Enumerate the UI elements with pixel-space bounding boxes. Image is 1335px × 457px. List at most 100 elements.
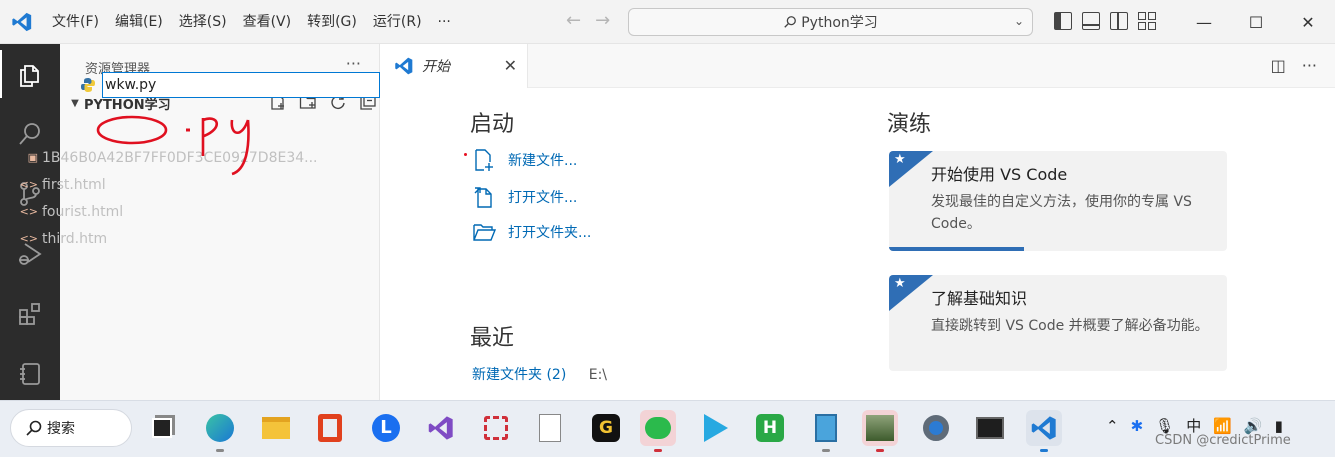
terminal-icon[interactable] [972, 410, 1008, 446]
list-item[interactable]: <> first.html [0, 171, 320, 198]
microphone-icon[interactable]: 🎙 [1155, 417, 1174, 435]
search-icon [784, 16, 797, 28]
taskbar-search[interactable]: 搜索 [10, 409, 132, 447]
extensions-icon[interactable] [0, 284, 60, 344]
close-icon[interactable]: ✕ [1282, 13, 1334, 32]
toggle-primary-sidebar-icon[interactable] [1054, 12, 1072, 30]
toggle-secondary-sidebar-icon[interactable] [1110, 12, 1128, 30]
notebook-icon[interactable] [0, 344, 60, 404]
sidebar-more-icon[interactable]: ··· [346, 54, 361, 73]
vscode-taskbar-icon[interactable] [1026, 410, 1062, 452]
wechat-icon[interactable] [640, 410, 676, 452]
vscode-tab-icon [395, 57, 413, 75]
back-arrow-icon[interactable]: ← [566, 10, 581, 31]
forward-arrow-icon[interactable]: → [595, 10, 610, 31]
tab-welcome[interactable]: 开始 ✕ [380, 44, 528, 88]
command-center-label: Python学习 [801, 15, 878, 31]
chevron-up-icon[interactable]: ⌃ [1106, 417, 1119, 435]
card-description: 发现最佳的自定义方法，使用你的专属 VS Code。 [931, 194, 1192, 232]
file-name: fourist.html [42, 203, 124, 220]
card-description: 直接跳转到 VS Code 并概要了解必备功能。 [931, 318, 1209, 334]
open-file-icon [474, 187, 492, 208]
menu-go[interactable]: 转到(G) [299, 8, 365, 36]
recent-link[interactable]: 新建文件夹 (2) [472, 367, 566, 383]
window-controls: — ☐ ✕ [1178, 0, 1334, 44]
maximize-icon[interactable]: ☐ [1230, 13, 1282, 32]
title-bar: 文件(F) 编辑(E) 选择(S) 查看(V) 转到(G) 运行(R) ··· … [0, 0, 1335, 44]
html-file-icon: <> [19, 178, 38, 191]
walkthrough-heading: 演练 [887, 112, 932, 137]
search-icon [26, 420, 42, 436]
tab-label: 开始 [422, 59, 450, 75]
command-center[interactable]: Python学习 ⌄ [628, 8, 1033, 36]
photo-app-icon[interactable] [862, 410, 898, 452]
star-icon: ★ [894, 276, 906, 291]
html-file-icon: <> [19, 205, 38, 218]
menu-bar: 文件(F) 编辑(E) 选择(S) 查看(V) 转到(G) 运行(R) ··· [44, 8, 459, 36]
menu-file[interactable]: 文件(F) [44, 8, 107, 36]
customize-layout-icon[interactable] [1138, 12, 1156, 30]
new-file-icon [475, 149, 493, 171]
task-view-icon[interactable] [144, 410, 180, 446]
recent-path: E:\ [588, 367, 608, 383]
folder-open-icon [473, 224, 496, 241]
menu-run[interactable]: 运行(R) [365, 8, 430, 36]
minimize-icon[interactable]: — [1178, 13, 1230, 32]
settings-icon[interactable] [918, 410, 954, 446]
new-file-link[interactable]: 新建文件... [472, 148, 577, 172]
file-name: 1B46B0A42BF7FF0DF3CE0927D8E34... [42, 149, 318, 166]
wifi-icon[interactable]: 📶 [1213, 417, 1232, 435]
chevron-down-icon[interactable]: ⌄ [1014, 14, 1024, 28]
more-actions-icon[interactable]: ··· [1302, 56, 1317, 75]
open-folder-link[interactable]: 打开文件夹... [472, 220, 591, 244]
layout-controls [1054, 12, 1156, 30]
card-title: 了解基础知识 [931, 289, 1028, 308]
g-app-icon[interactable]: G [588, 410, 624, 446]
explorer-icon[interactable] [0, 44, 60, 104]
card-progress-bar [889, 247, 1025, 251]
file-name: first.html [42, 176, 106, 193]
tray-app-icon[interactable]: ✱ [1131, 417, 1144, 435]
notepad-icon[interactable] [808, 410, 844, 452]
python-file-icon [81, 78, 95, 92]
list-item[interactable]: ▣ 1B46B0A42BF7FF0DF3CE0927D8E34... [0, 144, 320, 171]
card-title: 开始使用 VS Code [931, 165, 1068, 184]
visual-studio-icon[interactable] [423, 410, 459, 446]
menu-selection[interactable]: 选择(S) [171, 8, 235, 36]
windows-taskbar: 搜索 L G H ⌃ ✱ 🎙 中 📶 🔊 ▮ CSDN @credictPrim… [0, 400, 1335, 457]
snipping-tool-icon[interactable] [478, 410, 514, 446]
file-name: third.htm [42, 230, 108, 247]
list-item[interactable]: <> third.htm [0, 225, 320, 252]
welcome-page: 启动 新建文件... 打开文件... 打开文件夹... 最近 新建文件夹 (2)… [380, 88, 1335, 400]
open-file-link[interactable]: 打开文件... [472, 185, 577, 209]
menu-more[interactable]: ··· [430, 8, 459, 36]
vscode-logo-icon [0, 0, 44, 44]
list-item[interactable]: <> fourist.html [0, 198, 320, 225]
volume-icon[interactable]: 🔊 [1244, 417, 1263, 435]
lenovo-app-icon[interactable]: L [368, 410, 404, 446]
html-file-icon: <> [19, 232, 38, 245]
toggle-panel-icon[interactable] [1082, 12, 1100, 30]
image-file-icon: ▣ [27, 151, 38, 164]
recent-heading: 最近 [470, 326, 515, 351]
hbuilder-icon[interactable]: H [752, 410, 788, 446]
walkthrough-card-get-started[interactable]: ★ 开始使用 VS Code 发现最佳的自定义方法，使用你的专属 VS Code… [889, 151, 1227, 251]
red-marker-dot [464, 153, 467, 156]
editor-tab-bar: 开始 ✕ ◫ ··· [380, 44, 1335, 88]
edge-browser-icon[interactable] [202, 410, 238, 452]
office-icon[interactable] [312, 410, 348, 446]
battery-icon[interactable]: ▮ [1275, 417, 1283, 435]
menu-view[interactable]: 查看(V) [235, 8, 300, 36]
rename-file-input[interactable]: wkw.py [102, 72, 380, 98]
file-explorer-icon[interactable] [258, 410, 294, 446]
menu-edit[interactable]: 编辑(E) [107, 8, 171, 36]
walkthrough-card-fundamentals[interactable]: ★ 了解基础知识 直接跳转到 VS Code 并概要了解必备功能。 [889, 275, 1227, 371]
recent-item: 新建文件夹 (2) E:\ [472, 364, 607, 384]
nav-arrows: ← → [566, 10, 610, 31]
close-tab-icon[interactable]: ✕ [504, 56, 517, 75]
chevron-down-icon: ▼ [71, 97, 79, 109]
document-icon[interactable] [532, 410, 568, 446]
split-editor-icon[interactable]: ◫ [1271, 56, 1286, 75]
editor-actions: ◫ ··· [1271, 56, 1317, 75]
video-player-icon[interactable] [698, 410, 734, 446]
